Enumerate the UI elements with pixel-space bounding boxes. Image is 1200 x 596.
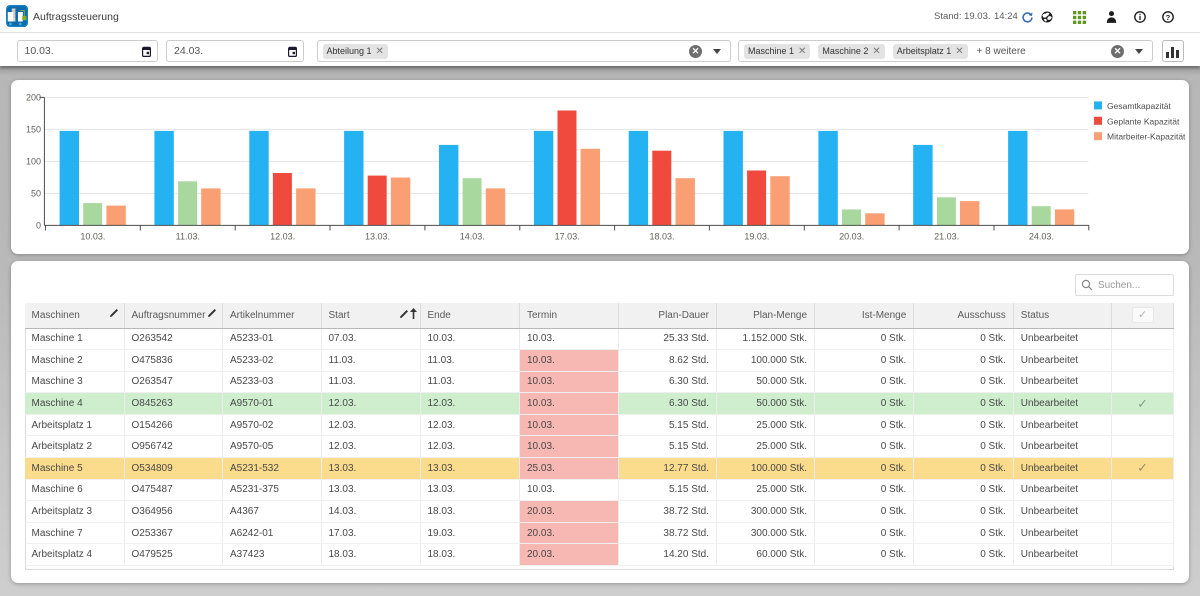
svg-text:Gesamtkapazität: Gesamtkapazität	[1107, 101, 1171, 111]
svg-text:19.03.: 19.03.	[744, 232, 769, 242]
svg-text:Geplante Kapazität: Geplante Kapazität	[1107, 116, 1180, 126]
svg-text:150: 150	[26, 124, 41, 134]
svg-text:100: 100	[26, 156, 41, 166]
svg-text:18.03.: 18.03.	[649, 232, 674, 242]
svg-text:200: 200	[26, 92, 41, 102]
svg-text:11.03.: 11.03.	[176, 232, 200, 242]
svg-text:50: 50	[31, 188, 41, 198]
svg-text:13.03.: 13.03.	[365, 232, 390, 242]
svg-text:17.03.: 17.03.	[555, 232, 580, 242]
svg-text:?: ?	[1166, 13, 1171, 22]
svg-text:0: 0	[36, 220, 41, 230]
svg-text:12.03.: 12.03.	[270, 232, 295, 242]
svg-text:14.03.: 14.03.	[460, 232, 485, 242]
svg-text:20.03.: 20.03.	[839, 232, 864, 242]
svg-text:Mitarbeiter-Kapazität: Mitarbeiter-Kapazität	[1107, 132, 1186, 142]
svg-text:10.03.: 10.03.	[80, 232, 105, 242]
svg-text:24.03.: 24.03.	[1029, 232, 1054, 242]
svg-text:21.03.: 21.03.	[934, 232, 959, 242]
